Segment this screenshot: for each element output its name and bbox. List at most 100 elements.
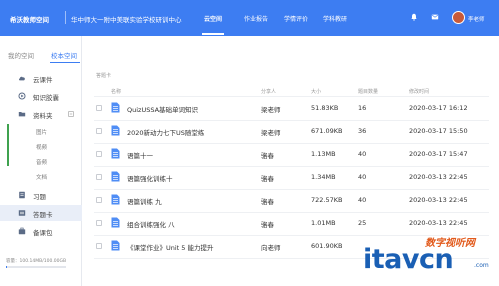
tab-school-space[interactable]: 校本空间 <box>51 50 77 60</box>
user-name[interactable]: 李老师 <box>468 15 485 23</box>
question-count: 40 <box>358 196 367 204</box>
modified-time: 2020-03-13 22:45 <box>409 196 468 204</box>
sidebar-item-label: 知识胶囊 <box>33 94 59 102</box>
school-name: 华中师大一附中美联实验学校研训中心 <box>71 16 182 24</box>
sidebar: 我的空间 校本空间 云课件 知识胶囊 资料夹 图片 视频 音频 文档 习题 答题… <box>0 36 82 286</box>
modified-time: 2020-03-17 16:12 <box>409 104 468 112</box>
table-row[interactable]: 组合训练强化 八 骆春 1.01MB 25 2020-03-13 22:45 <box>84 212 499 235</box>
file-size: 722.57KB <box>311 196 343 204</box>
file-name[interactable]: 语篇训练 九 <box>127 196 162 206</box>
sidebar-subitem-audio[interactable]: 音频 <box>36 158 47 166</box>
tab-my-space[interactable]: 我的空间 <box>8 50 34 60</box>
question-count: 25 <box>358 219 367 227</box>
sharer-name: 骆春 <box>261 221 274 229</box>
package-icon <box>18 227 26 235</box>
sharer-name: 骆春 <box>261 152 274 160</box>
scroll-indicator <box>7 124 9 166</box>
row-checkbox[interactable] <box>96 220 102 226</box>
sidebar-item-label: 云课件 <box>33 76 53 84</box>
file-name[interactable]: 《课堂作业》Unit 5 能力提升 <box>127 242 214 252</box>
sharer-name: 骆春 <box>261 198 274 206</box>
modified-time: 2020-03-17 15:50 <box>409 127 468 135</box>
table-row[interactable]: 语篇强化训练十 骆春 1.34MB 40 2020-03-13 22:45 <box>84 166 499 189</box>
answer-card-file-icon <box>111 125 120 136</box>
storage-progress-bar <box>6 266 66 268</box>
nav-subject-research[interactable]: 学科教研 <box>323 14 347 23</box>
modified-time: 2020-03-17 15:47 <box>409 150 468 158</box>
file-name[interactable]: 语篇强化训练十 <box>127 173 173 183</box>
sidebar-item-label: 备课包 <box>33 229 53 237</box>
file-name[interactable]: 组合训练强化 八 <box>127 219 175 229</box>
row-checkbox[interactable] <box>96 174 102 180</box>
column-header-size[interactable]: 大小 <box>311 88 321 95</box>
file-name[interactable]: QuizUSSA基础单词知识 <box>127 104 198 114</box>
file-size: 601.90KB <box>311 242 343 250</box>
row-checkbox[interactable] <box>96 197 102 203</box>
table-row[interactable]: 2020新动力七下US随堂练 梁老师 671.09KB 36 2020-03-17 15… <box>84 120 499 143</box>
table-row[interactable]: 语篇十一 骆春 1.13MB 40 2020-03-17 15:47 <box>84 143 499 166</box>
file-size: 1.13MB <box>311 150 336 158</box>
sidebar-item-exercises[interactable]: 习题 <box>0 187 82 203</box>
sharer-name: 梁老师 <box>261 129 281 137</box>
capsule-icon <box>18 92 26 100</box>
answer-card-file-icon <box>111 171 120 182</box>
sharer-name: 骆春 <box>261 175 274 183</box>
column-header-name[interactable]: 名称 <box>111 88 121 95</box>
question-count: 36 <box>358 127 367 135</box>
answer-card-file-icon <box>111 217 120 228</box>
avatar[interactable] <box>452 11 465 24</box>
answer-card-file-icon <box>111 148 120 159</box>
column-header-modified-time[interactable]: 修改时间 <box>409 88 429 95</box>
sidebar-subitem-videos[interactable]: 视频 <box>36 143 47 151</box>
table-row[interactable]: QuizUSSA基础单词知识 梁老师 51.83KB 16 2020-03-17 16:… <box>84 97 499 120</box>
nav-homework-report[interactable]: 作业报告 <box>244 14 268 23</box>
file-size: 1.01MB <box>311 219 336 227</box>
file-size: 1.34MB <box>311 173 336 181</box>
row-checkbox[interactable] <box>96 105 102 111</box>
modified-time: 2020-03-13 22:45 <box>409 173 468 181</box>
file-name[interactable]: 2020新动力七下US随堂练 <box>127 127 204 137</box>
active-tab-indicator <box>50 62 80 63</box>
sidebar-item-label: 答题卡 <box>33 211 53 219</box>
watermark-logo: itavcn <box>363 244 454 275</box>
nav-learning-evaluation[interactable]: 学情评价 <box>284 14 308 23</box>
sidebar-item-cloud-courseware[interactable]: 云课件 <box>0 70 82 86</box>
question-count: 16 <box>358 104 367 112</box>
column-header-sharer[interactable]: 分享人 <box>261 88 276 95</box>
sidebar-item-answer-card[interactable]: 答题卡 <box>0 205 82 221</box>
row-checkbox[interactable] <box>96 151 102 157</box>
bell-icon[interactable] <box>410 13 418 21</box>
settings-icon[interactable] <box>68 111 74 117</box>
sidebar-item-folder[interactable]: 资料夹 <box>0 106 82 122</box>
sidebar-item-label: 资料夹 <box>33 112 53 120</box>
watermark-domain: .com <box>474 262 489 269</box>
cloud-icon <box>19 76 25 81</box>
answer-card-file-icon <box>111 194 120 205</box>
brand-logo-text[interactable]: 希沃教师空间 <box>10 14 49 24</box>
sidebar-item-lesson-package[interactable]: 备课包 <box>0 223 82 239</box>
breadcrumb[interactable]: 答题卡 <box>96 72 111 79</box>
top-bar: 希沃教师空间 华中师大一附中美联实验学校研训中心 云空间 作业报告 学情评价 学… <box>0 0 499 36</box>
question-count: 40 <box>358 173 367 181</box>
nav-cloud-space[interactable]: 云空间 <box>201 14 225 35</box>
row-checkbox[interactable] <box>96 128 102 134</box>
exercise-icon <box>19 191 25 199</box>
divider <box>65 11 66 24</box>
table-row[interactable]: 语篇训练 九 骆春 722.57KB 40 2020-03-13 22:45 <box>84 189 499 212</box>
sharer-name: 梁老师 <box>261 106 281 114</box>
storage-progress-fill <box>6 266 7 268</box>
sidebar-subitem-images[interactable]: 图片 <box>36 128 47 136</box>
sidebar-subitem-documents[interactable]: 文档 <box>36 173 47 181</box>
sidebar-item-label: 习题 <box>33 193 46 201</box>
message-icon[interactable] <box>431 13 439 21</box>
folder-icon <box>18 112 26 117</box>
modified-time: 2020-03-13 22:45 <box>409 219 468 227</box>
column-header-question-count[interactable]: 题目数量 <box>358 88 378 95</box>
file-name[interactable]: 语篇十一 <box>127 150 153 160</box>
storage-usage-text: 容量：100.14MB/100.00GB <box>6 259 67 264</box>
sidebar-item-knowledge-capsule[interactable]: 知识胶囊 <box>0 88 82 104</box>
file-size: 671.09KB <box>311 127 343 135</box>
answer-card-file-icon <box>111 102 120 113</box>
answer-card-icon <box>18 210 26 216</box>
row-checkbox[interactable] <box>96 243 102 249</box>
